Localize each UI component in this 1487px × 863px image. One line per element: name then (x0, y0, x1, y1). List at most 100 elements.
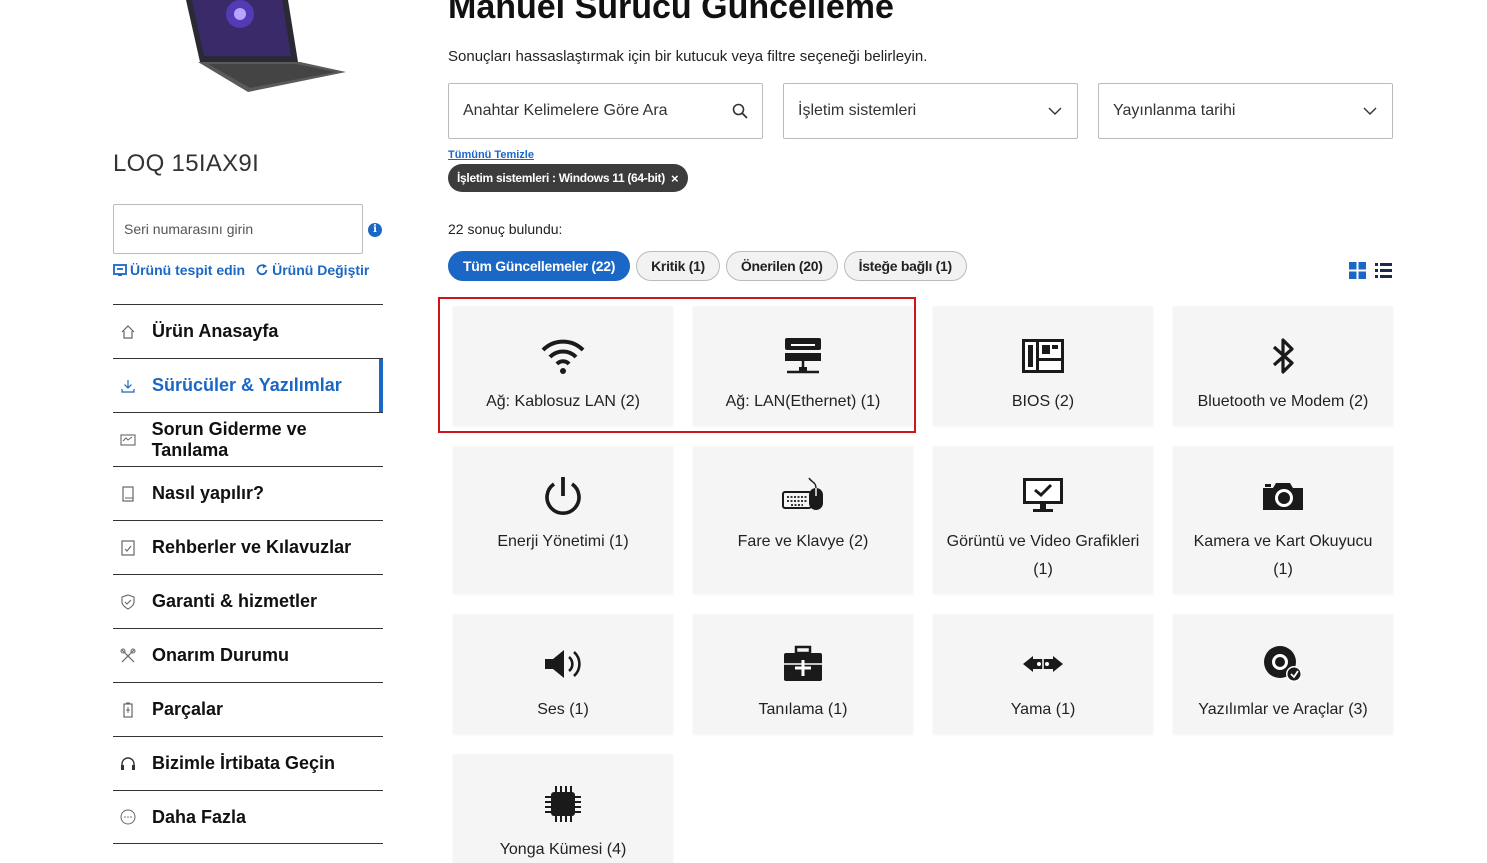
category-card-display-video[interactable]: Görüntü ve Video Grafikleri (1) (933, 446, 1153, 594)
more-icon (119, 808, 137, 826)
category-label: Tanılama (1) (758, 701, 848, 718)
sidebar-item-how-to[interactable]: Nasıl yapılır? (113, 466, 383, 520)
sidebar-item-warranty-services[interactable]: Garanti & hizmetler (113, 574, 383, 628)
category-card-diagnostics[interactable]: Tanılama (1) (693, 614, 913, 734)
clear-all-filters-link[interactable]: Tümünü Temizle (448, 149, 534, 161)
detect-product-label: Ürünü tespit edin (130, 262, 246, 278)
camera-icon (1261, 476, 1305, 516)
sidebar-item-label: Parçalar (152, 699, 224, 719)
tab-critical[interactable]: Kritik (1) (636, 251, 720, 281)
bluetooth-icon (1261, 336, 1305, 376)
list-view-icon[interactable] (1375, 262, 1392, 279)
release-date-filter-dropdown[interactable]: Yayınlanma tarihi (1098, 83, 1393, 139)
software-disc-icon (1261, 644, 1305, 684)
sidebar-item-label: Daha Fazla (152, 806, 247, 827)
category-card-ethernet[interactable]: Ağ: LAN(Ethernet) (1) (693, 306, 913, 426)
wifi-icon (541, 336, 585, 376)
sidebar-nav: Ürün Anasayfa Sürücüler & Yazılımlar Sor… (113, 304, 383, 844)
update-type-tabs: Tüm Güncellemeler (22) Kritik (1) Öneril… (448, 251, 967, 281)
category-card-software-tools[interactable]: Yazılımlar ve Araçlar (3) (1173, 614, 1393, 734)
page-title: Manuel Sürücü Güncelleme (448, 0, 894, 26)
sidebar-item-parts[interactable]: Parçalar (113, 682, 383, 736)
headset-icon (119, 755, 137, 773)
sidebar-item-product-home[interactable]: Ürün Anasayfa (113, 304, 383, 358)
category-label: Görüntü ve Video Grafikleri (1) (946, 533, 1140, 578)
category-card-bios[interactable]: BIOS (2) (933, 306, 1153, 426)
detect-product-link[interactable]: Ürünü tespit edin (113, 262, 245, 278)
results-count: 22 sonuç bulundu: (448, 221, 563, 237)
chipset-icon (541, 784, 585, 824)
change-product-label: Ürünü Değiştir (272, 262, 370, 278)
category-label: Enerji Yönetimi (1) (497, 533, 629, 550)
os-filter-label: İşletim sistemleri (798, 102, 917, 119)
tools-icon (119, 647, 137, 665)
battery-icon (119, 701, 137, 719)
sidebar-item-label: Onarım Durumu (152, 645, 290, 665)
ethernet-icon (781, 336, 825, 376)
chevron-down-icon (1048, 107, 1062, 115)
sidebar-item-label: Sürücüler & Yazılımlar (152, 375, 342, 395)
sidebar-item-label: Ürün Anasayfa (152, 321, 279, 341)
sidebar-item-more[interactable]: Daha Fazla (113, 790, 383, 844)
bios-chip-icon (1021, 336, 1065, 376)
sidebar-item-label: Sorun Giderme ve Tanılama (151, 418, 307, 460)
home-icon (119, 323, 137, 341)
category-label: Ses (1) (537, 701, 589, 718)
sidebar-item-drivers-software[interactable]: Sürücüler & Yazılımlar (113, 358, 383, 412)
power-icon (541, 476, 585, 516)
page-subtitle: Sonuçları hassaslaştırmak için bir kutuc… (448, 48, 928, 65)
chip-label: İşletim sistemleri : Windows 11 (64-bit) (457, 171, 665, 185)
view-toggle (1349, 262, 1392, 279)
category-label: Ağ: Kablosuz LAN (2) (486, 393, 640, 410)
category-card-power-management[interactable]: Enerji Yönetimi (1) (453, 446, 673, 594)
detect-icon (113, 264, 127, 276)
category-label: Fare ve Klavye (2) (737, 533, 869, 550)
category-card-mouse-keyboard[interactable]: Fare ve Klavye (2) (693, 446, 913, 594)
os-filter-dropdown[interactable]: İşletim sistemleri (783, 83, 1078, 139)
sidebar-item-repair-status[interactable]: Onarım Durumu (113, 628, 383, 682)
category-card-chipset[interactable]: Yonga Kümesi (4) (453, 754, 673, 863)
keyboard-mouse-icon (781, 476, 825, 516)
category-label: Yonga Kümesi (4) (499, 841, 627, 858)
category-card-audio[interactable]: Ses (1) (453, 614, 673, 734)
category-card-patch[interactable]: Yama (1) (933, 614, 1153, 734)
sidebar-item-contact-us[interactable]: Bizimle İrtibata Geçin (113, 736, 383, 790)
search-icon[interactable] (732, 103, 748, 119)
patch-icon (1021, 644, 1065, 684)
category-card-wireless-lan[interactable]: Ağ: Kablosuz LAN (2) (453, 306, 673, 426)
category-label: BIOS (2) (1011, 393, 1075, 410)
sidebar-item-label: Rehberler ve Kılavuzlar (152, 537, 352, 557)
download-icon (119, 377, 137, 395)
product-image (178, 0, 353, 92)
close-icon[interactable]: × (671, 171, 679, 186)
speaker-icon (541, 644, 585, 684)
date-filter-label: Yayınlanma tarihi (1113, 102, 1236, 119)
sidebar-item-label: Bizimle İrtibata Geçin (152, 753, 336, 773)
refresh-icon (256, 264, 268, 276)
tab-recommended[interactable]: Önerilen (20) (725, 251, 838, 281)
chevron-down-icon (1363, 107, 1377, 115)
book-icon (119, 485, 137, 503)
category-label: Ağ: LAN(Ethernet) (1) (725, 393, 881, 410)
tab-optional[interactable]: İsteğe bağlı (1) (843, 251, 967, 281)
sidebar-item-troubleshooting[interactable]: Sorun Giderme ve Tanılama (113, 412, 383, 466)
active-filter-chip[interactable]: İşletim sistemleri : Windows 11 (64-bit)… (448, 164, 689, 192)
shield-icon (119, 593, 137, 611)
serial-number-input[interactable] (114, 205, 362, 253)
grid-view-icon[interactable] (1349, 262, 1366, 279)
keyword-search-field[interactable]: Anahtar Kelimelere Göre Ara (448, 83, 763, 139)
tab-all-updates[interactable]: Tüm Güncellemeler (22) (448, 251, 631, 281)
sidebar-item-label: Garanti & hizmetler (152, 591, 318, 611)
category-card-bluetooth-modem[interactable]: Bluetooth ve Modem (2) (1173, 306, 1393, 426)
category-label: Yazılımlar ve Araçlar (3) (1198, 701, 1368, 718)
search-placeholder: Anahtar Kelimelere Göre Ara (463, 102, 668, 119)
sidebar-item-guides-manuals[interactable]: Rehberler ve Kılavuzlar (113, 520, 383, 574)
guide-icon (119, 539, 137, 557)
change-product-link[interactable]: Ürünü Değiştir (255, 262, 369, 278)
category-label: Kamera ve Kart Okuyucu (1) (1193, 533, 1373, 578)
serial-number-field[interactable] (113, 204, 363, 254)
info-icon[interactable]: i (368, 223, 382, 237)
category-card-camera-card-reader[interactable]: Kamera ve Kart Okuyucu (1) (1173, 446, 1393, 594)
product-name: LOQ 15IAX9I (113, 150, 260, 177)
category-label: Yama (1) (1010, 701, 1076, 718)
